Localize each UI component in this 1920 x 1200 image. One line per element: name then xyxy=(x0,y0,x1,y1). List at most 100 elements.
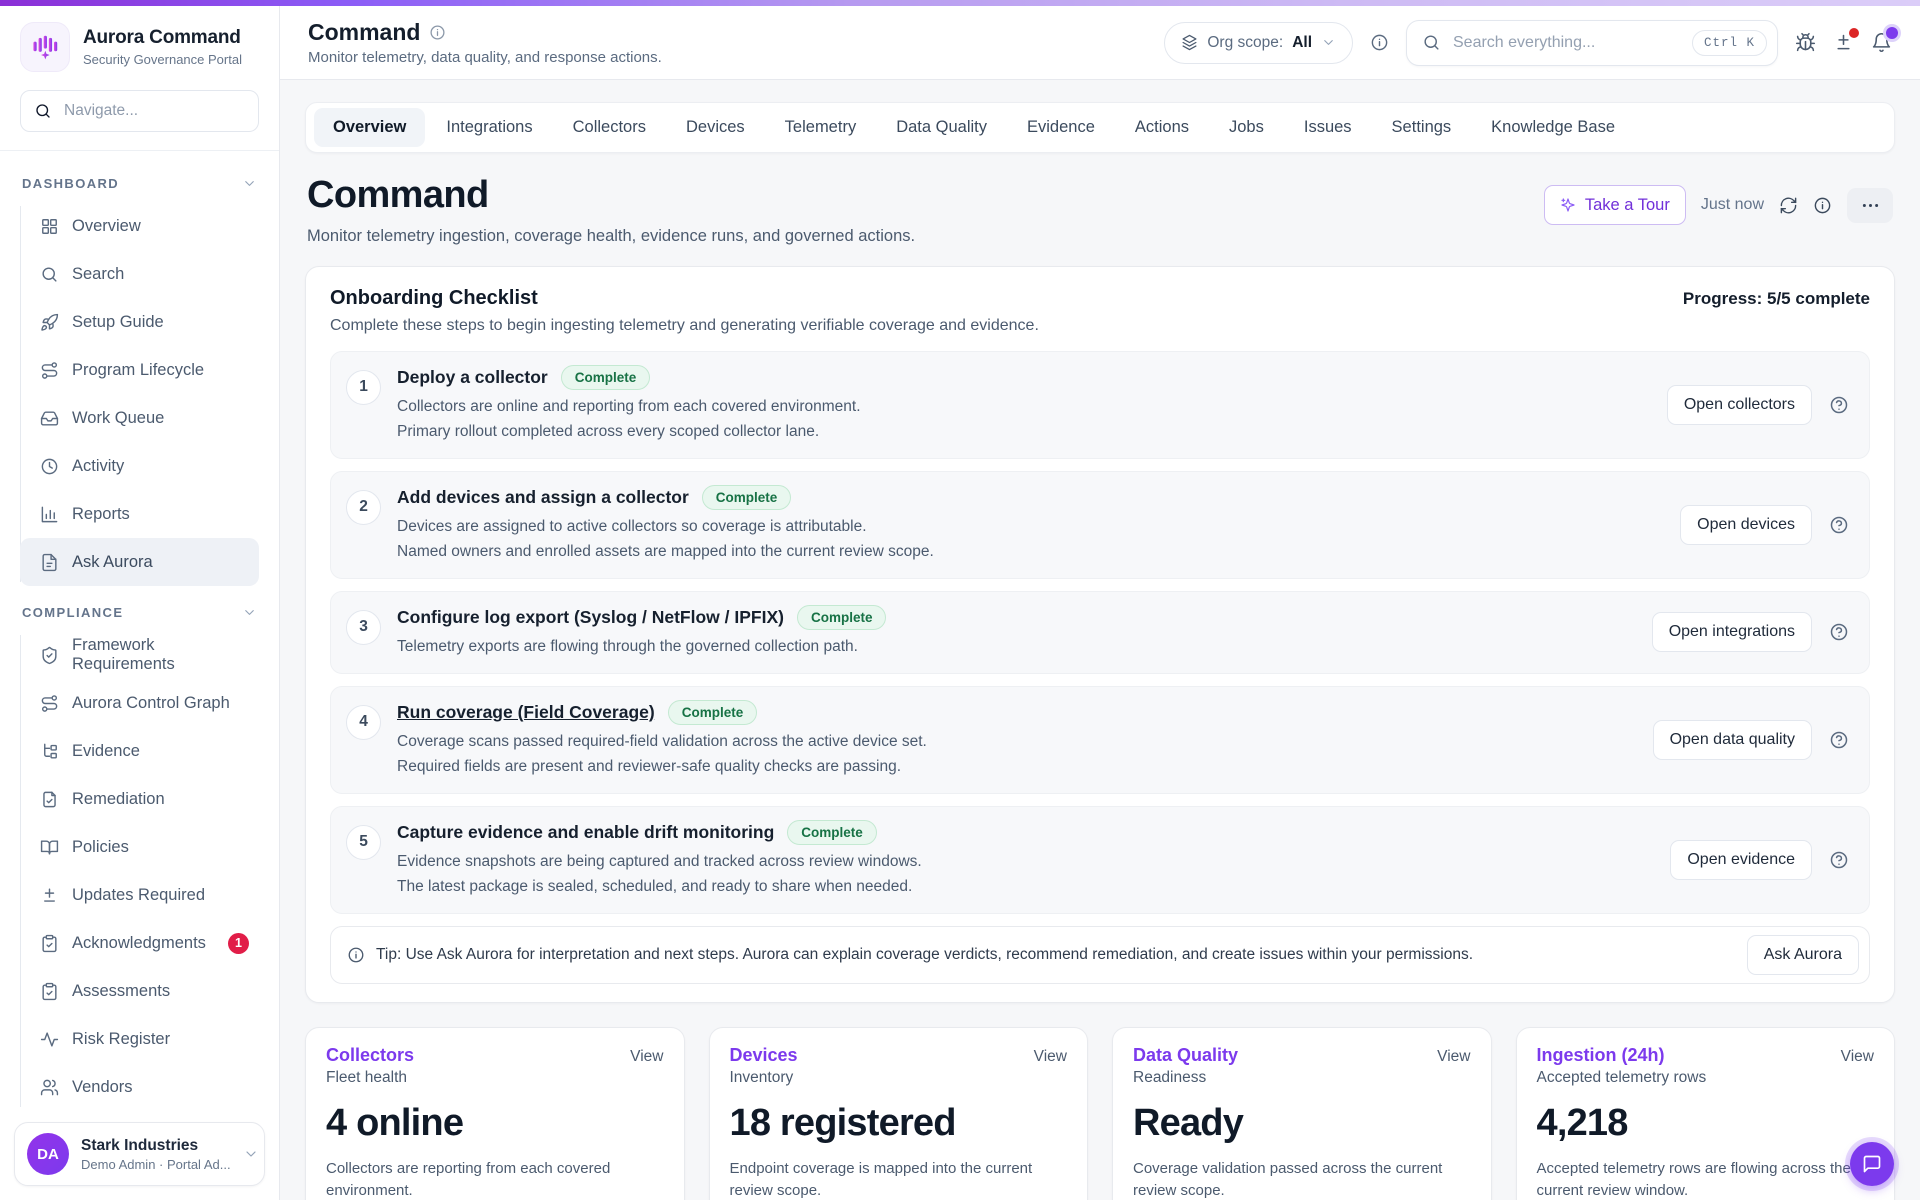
tree-icon xyxy=(40,742,59,761)
view-link[interactable]: View xyxy=(630,1048,663,1066)
help-icon[interactable] xyxy=(1829,622,1849,642)
tab[interactable]: Telemetry xyxy=(766,108,876,147)
stat-description: Accepted telemetry rows are flowing acro… xyxy=(1537,1158,1875,1200)
take-a-tour-button[interactable]: Take a Tour xyxy=(1544,185,1686,225)
header-title-row: Command xyxy=(308,19,662,46)
route-icon xyxy=(40,361,59,380)
sidebar-item[interactable]: Setup Guide xyxy=(38,298,259,346)
tab[interactable]: Settings xyxy=(1373,108,1471,147)
step-description: Named owners and enrolled assets are map… xyxy=(397,540,1658,563)
sidebar-item[interactable]: Program Lifecycle xyxy=(38,346,259,394)
stat-title: Ingestion (24h) xyxy=(1537,1045,1665,1066)
tab[interactable]: Issues xyxy=(1285,108,1371,147)
sidebar-item[interactable]: Ask Aurora xyxy=(20,538,259,586)
brand-subtitle: Security Governance Portal xyxy=(83,52,242,67)
book-icon xyxy=(40,838,59,857)
view-link[interactable]: View xyxy=(1841,1048,1874,1066)
stat-subtitle: Readiness xyxy=(1133,1069,1471,1087)
stat-value: 4 online xyxy=(326,1102,664,1145)
bell-icon[interactable] xyxy=(1871,32,1892,53)
sidebar-item[interactable]: Framework Requirements xyxy=(38,631,259,679)
help-icon[interactable] xyxy=(1829,395,1849,415)
sidebar-item[interactable]: Reports xyxy=(38,490,259,538)
tab[interactable]: Evidence xyxy=(1008,108,1114,147)
info-icon[interactable] xyxy=(1370,33,1389,52)
global-search[interactable]: Ctrl K xyxy=(1406,20,1778,66)
info-icon[interactable] xyxy=(429,24,446,41)
sidebar-item[interactable]: Overview xyxy=(38,202,259,250)
navigate-input[interactable] xyxy=(62,101,245,121)
stat-card: Collectors View Fleet health 4 online Co… xyxy=(305,1027,685,1200)
more-options-button[interactable] xyxy=(1847,188,1893,223)
sidebar-item[interactable]: Evidence xyxy=(38,727,259,775)
sidebar-item[interactable]: Assessments xyxy=(38,967,259,1015)
info-icon[interactable] xyxy=(1813,196,1832,215)
tab[interactable]: Jobs xyxy=(1210,108,1283,147)
user-menu[interactable]: DA Stark Industries Demo Admin · Portal … xyxy=(14,1122,265,1186)
chat-widget-button[interactable] xyxy=(1850,1142,1894,1186)
view-link[interactable]: View xyxy=(1437,1048,1470,1066)
sidebar-item[interactable]: Vendors xyxy=(38,1063,259,1111)
ask-aurora-button[interactable]: Ask Aurora xyxy=(1747,935,1859,975)
sidebar-item[interactable]: Risk Register xyxy=(38,1015,259,1063)
global-search-input[interactable] xyxy=(1451,33,1682,53)
step-title: Deploy a collector xyxy=(397,367,548,388)
help-icon[interactable] xyxy=(1829,515,1849,535)
sidebar-item-label: Work Queue xyxy=(72,409,164,428)
count-badge: 1 xyxy=(228,933,249,954)
sidebar-item-label: Remediation xyxy=(72,790,165,809)
sidebar-item[interactable]: Policies xyxy=(38,823,259,871)
step-action-button[interactable]: Open devices xyxy=(1680,505,1812,545)
tip-row: Tip: Use Ask Aurora for interpretation a… xyxy=(330,926,1870,984)
sidebar-navigate-search[interactable] xyxy=(20,90,259,132)
tab[interactable]: Integrations xyxy=(427,108,551,147)
chart-icon xyxy=(40,505,59,524)
sidebar-item[interactable]: Aurora Control Graph xyxy=(38,679,259,727)
view-link[interactable]: View xyxy=(1034,1048,1067,1066)
page-subtitle: Monitor telemetry ingestion, coverage he… xyxy=(307,227,915,246)
step-description: Collectors are online and reporting from… xyxy=(397,395,1645,418)
tab[interactable]: Actions xyxy=(1116,108,1208,147)
step-description: Coverage scans passed required-field val… xyxy=(397,730,1631,753)
sidebar-item[interactable]: Activity xyxy=(38,442,259,490)
sidebar-item[interactable]: Remediation xyxy=(38,775,259,823)
refresh-icon[interactable] xyxy=(1779,196,1798,215)
checklist-item: 2 Add devices and assign a collector Com… xyxy=(330,471,1870,579)
sidebar-item-label: Evidence xyxy=(72,742,140,761)
tab[interactable]: Data Quality xyxy=(877,108,1006,147)
sidebar-item[interactable]: Updates Required xyxy=(38,871,259,919)
bug-report-icon[interactable] xyxy=(1795,32,1816,53)
sidebar-item[interactable]: Search xyxy=(38,250,259,298)
brand-name: Aurora Command xyxy=(83,27,242,49)
step-description: Primary rollout completed across every s… xyxy=(397,420,1645,443)
org-scope-selector[interactable]: Org scope: All xyxy=(1164,22,1353,64)
stat-subtitle: Fleet health xyxy=(326,1069,664,1087)
step-action-button[interactable]: Open integrations xyxy=(1652,612,1812,652)
checklist-progress: Progress: 5/5 complete xyxy=(1683,289,1870,309)
dashboard-items: Overview Search Setup Guide xyxy=(20,202,259,586)
tab[interactable]: Knowledge Base xyxy=(1472,108,1634,147)
search-icon xyxy=(34,102,52,120)
step-action-button[interactable]: Open evidence xyxy=(1670,840,1812,880)
tip-text: Tip: Use Ask Aurora for interpretation a… xyxy=(376,946,1736,964)
step-action-button[interactable]: Open data quality xyxy=(1653,720,1812,760)
sidebar-item[interactable]: Work Queue xyxy=(38,394,259,442)
updates-icon[interactable] xyxy=(1833,32,1854,53)
brand: Aurora Command Security Governance Porta… xyxy=(0,6,279,84)
tab[interactable]: Collectors xyxy=(554,108,665,147)
sidebar-section-dashboard[interactable]: DASHBOARD xyxy=(20,165,259,202)
sidebar-item-label: Assessments xyxy=(72,982,170,1001)
help-icon[interactable] xyxy=(1829,850,1849,870)
step-number: 5 xyxy=(346,825,381,860)
onboarding-checklist-card: Onboarding Checklist Progress: 5/5 compl… xyxy=(305,266,1895,1003)
tour-label: Take a Tour xyxy=(1585,196,1670,215)
sidebar-section-compliance[interactable]: COMPLIANCE xyxy=(20,594,259,631)
step-action-button[interactable]: Open collectors xyxy=(1667,385,1812,425)
sidebar-item[interactable]: Acknowledgments 1 xyxy=(38,919,259,967)
sidebar: Aurora Command Security Governance Porta… xyxy=(0,6,280,1200)
tab[interactable]: Overview xyxy=(314,108,425,147)
status-badge: Complete xyxy=(787,820,877,845)
tab[interactable]: Devices xyxy=(667,108,764,147)
stat-description: Coverage validation passed across the cu… xyxy=(1133,1158,1471,1200)
help-icon[interactable] xyxy=(1829,730,1849,750)
